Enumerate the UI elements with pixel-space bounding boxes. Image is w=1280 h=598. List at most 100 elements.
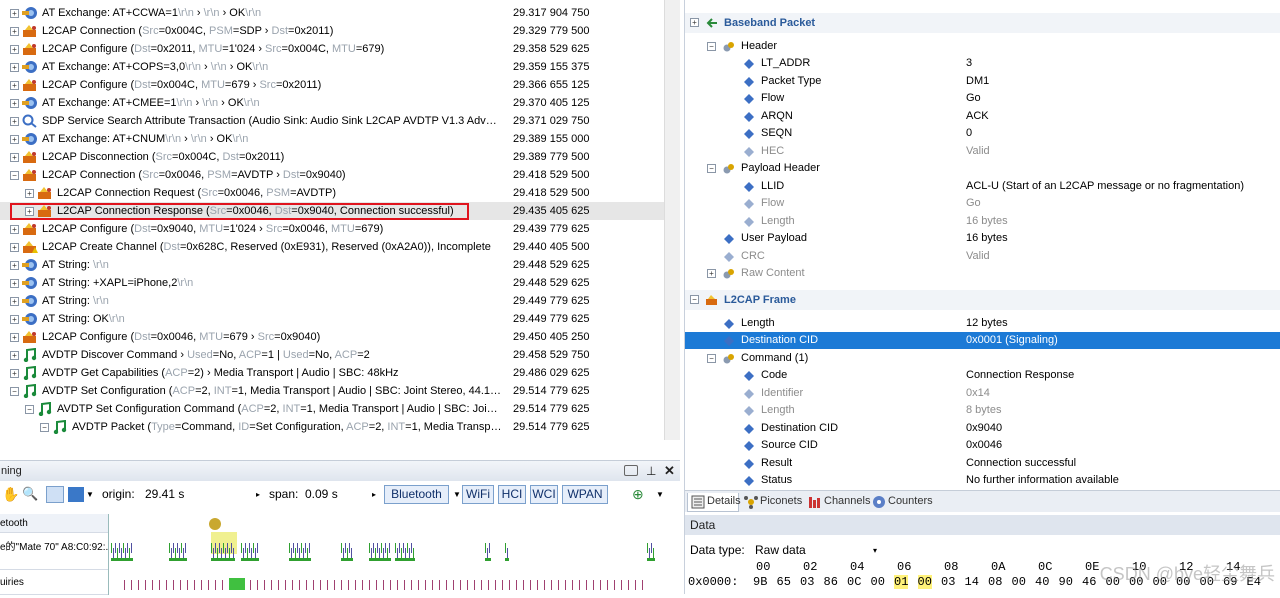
trace-row[interactable]: + AT String: +XAPL=iPhone,2\r\n 29.448 529… <box>0 274 664 292</box>
collapse-icon[interactable]: − <box>25 405 34 414</box>
trace-row[interactable]: + AT Exchange: AT+CCWA=1\r\n › \r\n › OK\… <box>0 4 664 22</box>
hex-byte[interactable]: 00 <box>1012 575 1026 589</box>
detail-row[interactable]: Status No further information available <box>685 472 1280 489</box>
trace-row[interactable]: + AT Exchange: AT+CMEE=1\r\n › \r\n › OK\… <box>0 94 664 112</box>
expand-icon[interactable]: + <box>10 225 19 234</box>
expand-icon[interactable]: + <box>690 18 699 27</box>
collapse-icon[interactable]: − <box>690 295 699 304</box>
hex-byte[interactable]: 01 <box>894 575 909 589</box>
detail-row[interactable]: Length 8 bytes <box>685 402 1280 419</box>
hex-byte[interactable]: 08 <box>988 575 1002 589</box>
expand-icon[interactable]: + <box>10 117 19 126</box>
detail-row[interactable]: Length 16 bytes <box>685 213 1280 230</box>
tab-counters[interactable]: Counters <box>869 493 941 512</box>
detail-row[interactable]: Identifier 0x14 <box>685 385 1280 402</box>
chart-icon[interactable] <box>68 487 84 502</box>
span-value[interactable]: 0.09 s <box>305 483 338 505</box>
span-dropdown-icon[interactable]: ▸ <box>372 491 380 499</box>
detail-row[interactable]: User Payload 16 bytes <box>685 230 1280 247</box>
expand-icon[interactable]: + <box>707 269 716 278</box>
collapse-icon[interactable]: − <box>40 423 49 432</box>
trace-row[interactable]: − AVDTP Set Configuration Command (ACP=2,… <box>0 400 664 418</box>
detail-row[interactable]: − L2CAP Frame <box>685 290 1280 310</box>
expand-icon[interactable]: + <box>10 45 19 54</box>
hand-tool-icon[interactable]: ✋ <box>2 483 19 505</box>
detail-row[interactable]: − Command (1) <box>685 350 1280 367</box>
collapse-icon[interactable]: − <box>707 164 716 173</box>
filter-bluetooth-button[interactable]: Bluetooth <box>384 485 449 504</box>
trace-row[interactable]: + AT String: OK\r\n 29.449 779 625 <box>0 310 664 328</box>
detail-row[interactable]: Packet Type DM1 <box>685 73 1280 90</box>
trace-row[interactable]: + AT String: \r\n 29.449 779 625 <box>0 292 664 310</box>
detail-row[interactable]: SEQN 0 <box>685 125 1280 142</box>
detail-row[interactable]: − Header <box>685 38 1280 55</box>
hex-byte[interactable]: 9B <box>753 575 767 589</box>
detail-row[interactable]: LT_ADDR 3 <box>685 55 1280 72</box>
expand-icon[interactable]: + <box>10 315 19 324</box>
hex-byte[interactable]: 00 <box>917 575 932 589</box>
detail-row[interactable]: − Payload Header <box>685 160 1280 177</box>
hex-byte[interactable]: 03 <box>941 575 955 589</box>
tab-details[interactable]: Details <box>687 493 741 512</box>
trace-row[interactable]: − L2CAP Connection (Src=0x0046, PSM=AVDTP… <box>0 166 664 184</box>
trace-row[interactable]: + L2CAP Configure (Dst=0x9040, MTU=1'024 … <box>0 220 664 238</box>
marker-dropdown-icon[interactable]: ▼ <box>656 491 664 499</box>
trace-scrollbar[interactable] <box>664 0 680 440</box>
trace-row[interactable]: + L2CAP Connection (Src=0x004C, PSM=SDP ›… <box>0 22 664 40</box>
detail-row[interactable]: Result Connection successful <box>685 455 1280 472</box>
expand-icon[interactable]: + <box>10 279 19 288</box>
detail-row[interactable]: Destination CID 0x0001 (Signaling) <box>685 332 1280 349</box>
filter-dropdown-icon[interactable]: ▼ <box>453 491 461 499</box>
trace-row[interactable]: − AVDTP Set Configuration (ACP=2, INT=1, … <box>0 382 664 400</box>
timeline-marker-icon[interactable] <box>209 518 221 530</box>
trace-row[interactable]: + L2CAP Configure (Dst=0x2011, MTU=1'024 … <box>0 40 664 58</box>
detail-row[interactable]: Length 12 bytes <box>685 315 1280 332</box>
hex-byte[interactable]: 00 <box>871 575 885 589</box>
detail-row[interactable]: LLID ACL-U (Start of an L2CAP message or … <box>685 178 1280 195</box>
detail-row[interactable]: ARQN ACK <box>685 108 1280 125</box>
collapse-icon[interactable]: − <box>10 171 19 180</box>
detail-row[interactable]: Flow Go <box>685 195 1280 212</box>
collapse-icon[interactable]: − <box>10 387 19 396</box>
detail-row[interactable]: + Baseband Packet <box>685 13 1280 33</box>
filter-wci-button[interactable]: WCI <box>530 485 558 504</box>
detail-row[interactable]: CRC Valid <box>685 248 1280 265</box>
hex-byte[interactable]: 0C <box>847 575 861 589</box>
detail-row[interactable]: + Raw Content <box>685 265 1280 282</box>
hex-byte[interactable]: 14 <box>965 575 979 589</box>
expand-icon[interactable]: + <box>10 333 19 342</box>
tab-piconets[interactable]: Piconets <box>741 493 805 512</box>
trace-row[interactable]: + AT Exchange: AT+CNUM\r\n › \r\n › OK\r\… <box>0 130 664 148</box>
origin-value[interactable]: 29.41 s <box>145 483 184 505</box>
pane-menu-icon[interactable] <box>624 465 638 476</box>
data-type-dropdown-icon[interactable]: ▾ <box>873 547 881 555</box>
marker-icon[interactable]: ⊕ <box>632 483 644 505</box>
filter-wpan-button[interactable]: WPAN <box>562 485 608 504</box>
detail-row[interactable]: Flow Go <box>685 90 1280 107</box>
hex-byte[interactable]: 90 <box>1059 575 1073 589</box>
expand-icon[interactable]: + <box>10 9 19 18</box>
hex-byte[interactable]: 65 <box>777 575 791 589</box>
trace-row[interactable]: + L2CAP Create Channel (Dst=0x628C, Reser… <box>0 238 664 256</box>
hex-byte[interactable]: 40 <box>1035 575 1049 589</box>
expand-icon[interactable]: + <box>10 351 19 360</box>
expand-icon[interactable]: + <box>25 189 34 198</box>
detail-row[interactable]: Destination CID 0x9040 <box>685 420 1280 437</box>
trace-row[interactable]: + AT Exchange: AT+COPS=3,0\r\n › \r\n › O… <box>0 58 664 76</box>
detail-row[interactable]: Code Connection Response <box>685 367 1280 384</box>
hex-byte[interactable]: 46 <box>1082 575 1096 589</box>
trace-row[interactable]: + SDP Service Search Attribute Transactio… <box>0 112 664 130</box>
hex-byte[interactable]: 86 <box>824 575 838 589</box>
data-type-select[interactable]: Raw data <box>755 543 806 557</box>
trace-row[interactable]: + L2CAP Connection Request (Src=0x0046, P… <box>0 184 664 202</box>
filter-hci-button[interactable]: HCI <box>498 485 526 504</box>
detail-row[interactable]: Source CID 0x0046 <box>685 437 1280 454</box>
trace-row[interactable]: + L2CAP Configure (Dst=0x0046, MTU=679 › … <box>0 328 664 346</box>
trace-row[interactable]: − AVDTP Packet (Type=Command, ID=Set Conf… <box>0 418 664 436</box>
expand-icon[interactable]: + <box>10 135 19 144</box>
expand-icon[interactable]: + <box>10 153 19 162</box>
expand-icon[interactable]: + <box>10 99 19 108</box>
expand-icon[interactable]: + <box>10 63 19 72</box>
expand-icon[interactable]: + <box>10 369 19 378</box>
trace-row[interactable]: + L2CAP Disconnection (Src=0x004C, Dst=0x… <box>0 148 664 166</box>
